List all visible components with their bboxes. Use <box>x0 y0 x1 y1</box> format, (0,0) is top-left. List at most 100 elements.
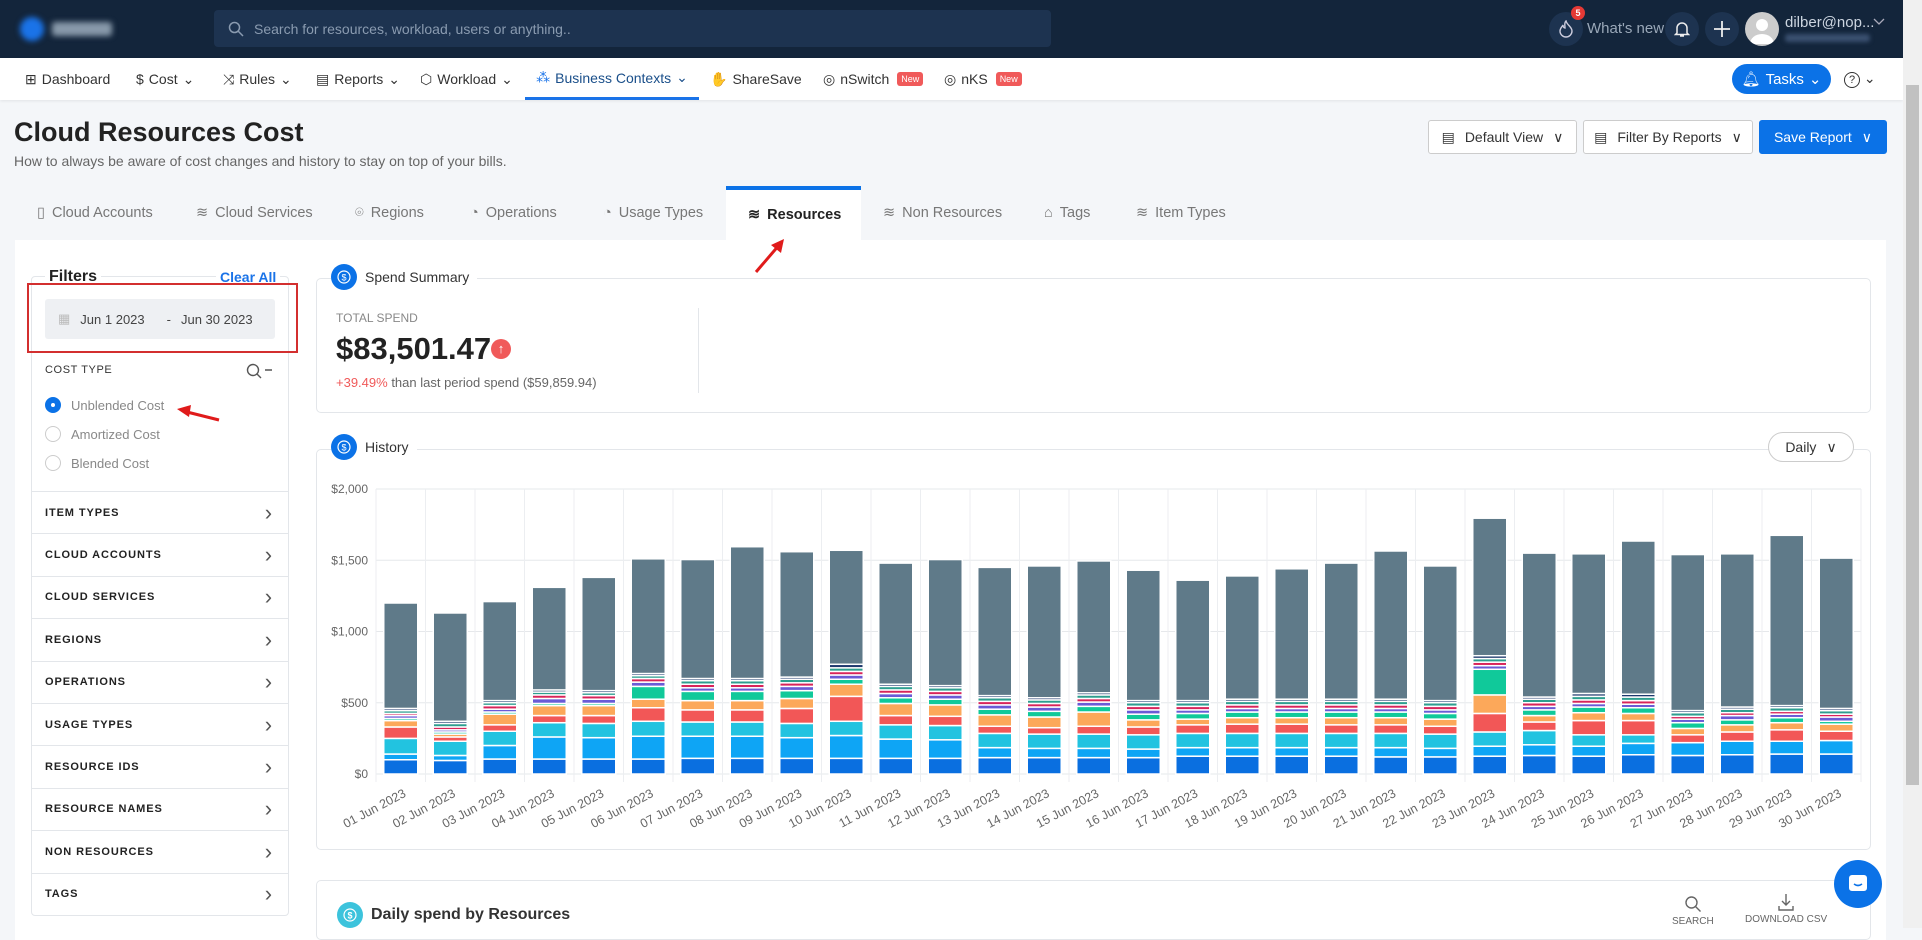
filter-group-non-resources[interactable]: NON RESOURCES › <box>31 830 289 872</box>
bar-segment[interactable] <box>1026 756 1062 775</box>
bar-segment[interactable] <box>1026 565 1062 699</box>
bar-segment[interactable] <box>828 683 864 698</box>
bar-segment[interactable] <box>630 558 666 675</box>
bar-segment[interactable] <box>1323 562 1359 700</box>
bar-segment[interactable] <box>1769 729 1805 742</box>
bar-segment[interactable] <box>680 699 716 711</box>
bar-segment[interactable] <box>1620 540 1656 695</box>
bar-segment[interactable] <box>977 732 1013 749</box>
bar-segment[interactable] <box>630 735 666 760</box>
bar-segment[interactable] <box>927 698 963 706</box>
bar-segment[interactable] <box>1373 746 1409 758</box>
bar-segment[interactable] <box>779 722 815 739</box>
bar-segment[interactable] <box>383 602 419 710</box>
bar-segment[interactable] <box>1769 740 1805 755</box>
bar-segment[interactable] <box>1818 723 1854 732</box>
bar-segment[interactable] <box>828 734 864 760</box>
bar-segment[interactable] <box>1620 754 1656 775</box>
bar-segment[interactable] <box>1670 721 1706 730</box>
bar-segment[interactable] <box>1026 733 1062 750</box>
bar-segment[interactable] <box>1719 553 1755 708</box>
bar-segment[interactable] <box>432 612 468 723</box>
bar-segment[interactable] <box>1175 755 1211 775</box>
radio-button-selected[interactable] <box>45 397 61 413</box>
bar-segment[interactable] <box>779 757 815 775</box>
bar-segment[interactable] <box>1472 712 1508 733</box>
bar-segment[interactable] <box>779 697 815 710</box>
bar-segment[interactable] <box>680 735 716 760</box>
bar-segment[interactable] <box>531 721 567 738</box>
bar-segment[interactable] <box>729 721 765 737</box>
bar-segment[interactable] <box>1323 732 1359 749</box>
filter-group-regions[interactable]: REGIONS › <box>31 618 289 660</box>
bar-segment[interactable] <box>1224 575 1260 700</box>
filter-group-resource-names[interactable]: RESOURCE NAMES › <box>31 787 289 830</box>
bar-segment[interactable] <box>581 714 617 725</box>
bar-segment[interactable] <box>1323 724 1359 735</box>
bar-segment[interactable] <box>630 758 666 775</box>
bar-segment[interactable] <box>779 689 815 700</box>
bar-segment[interactable] <box>1472 668 1508 696</box>
bar-segment[interactable] <box>927 558 963 687</box>
search-table-button[interactable]: SEARCH <box>1672 895 1714 927</box>
bar-segment[interactable] <box>630 698 666 709</box>
tab-item-types[interactable]: ≋ Item Types <box>1136 186 1226 240</box>
bar-segment[interactable] <box>383 737 419 755</box>
bar-segment[interactable] <box>977 714 1013 728</box>
user-email[interactable]: dilber@nop... <box>1785 14 1874 31</box>
bar-segment[interactable] <box>432 759 468 775</box>
bar-segment[interactable] <box>1274 711 1310 719</box>
bar-segment[interactable] <box>1818 557 1854 710</box>
bar-segment[interactable] <box>1422 725 1458 735</box>
bar-segment[interactable] <box>630 685 666 700</box>
bar-segment[interactable] <box>482 758 518 775</box>
bar-segment[interactable] <box>1670 741 1706 757</box>
bar-segment[interactable] <box>531 758 567 775</box>
bar-segment[interactable] <box>977 708 1013 716</box>
bar-segment[interactable] <box>1224 716 1260 725</box>
bar-segment[interactable] <box>779 736 815 760</box>
bar-segment[interactable] <box>531 714 567 724</box>
bar-segment[interactable] <box>1323 746 1359 757</box>
scrollbar-thumb[interactable] <box>1906 85 1919 785</box>
bar-segment[interactable] <box>1125 748 1161 759</box>
bar-segment[interactable] <box>1620 742 1656 756</box>
bar-segment[interactable] <box>1670 734 1706 744</box>
bar-segment[interactable] <box>1620 734 1656 745</box>
whats-new-label[interactable]: What's new <box>1587 20 1664 37</box>
bar-segment[interactable] <box>1076 711 1112 728</box>
bar-segment[interactable] <box>1670 727 1706 736</box>
bar-segment[interactable] <box>927 724 963 741</box>
radio-button[interactable] <box>45 455 61 471</box>
bar-segment[interactable] <box>1521 709 1557 717</box>
bar-segment[interactable] <box>1571 711 1607 722</box>
bar-segment[interactable] <box>581 704 617 717</box>
filter-group-cloud-accounts[interactable]: CLOUD ACCOUNTS › <box>31 533 289 575</box>
nav-nswitch[interactable]: ◎ nSwitch New <box>823 58 924 100</box>
bar-segment[interactable] <box>729 545 765 680</box>
bar-segment[interactable] <box>630 706 666 723</box>
bar-segment[interactable] <box>1274 568 1310 700</box>
bar-segment[interactable] <box>680 709 716 723</box>
bar-segment[interactable] <box>531 586 567 691</box>
bar-segment[interactable] <box>1521 754 1557 775</box>
download-csv-button[interactable]: DOWNLOAD CSV <box>1745 893 1827 925</box>
bar-segment[interactable] <box>1274 746 1310 757</box>
bar-segment[interactable] <box>1620 712 1656 722</box>
bar-segment[interactable] <box>1175 718 1211 726</box>
bar-segment[interactable] <box>779 707 815 725</box>
nav-business-contexts[interactable]: ⁂ Business Contexts ⌄ <box>525 58 699 100</box>
radio-unblended-cost[interactable]: Unblended Cost <box>45 397 164 413</box>
bar-segment[interactable] <box>927 739 963 760</box>
bar-segment[interactable] <box>1719 740 1755 756</box>
bar-segment[interactable] <box>432 740 468 757</box>
bar-segment[interactable] <box>1274 716 1310 725</box>
bar-segment[interactable] <box>1472 517 1508 657</box>
add-button[interactable] <box>1705 12 1739 46</box>
bar-segment[interactable] <box>1026 747 1062 759</box>
bar-segment[interactable] <box>1422 712 1458 720</box>
bar-segment[interactable] <box>1224 723 1260 735</box>
bar-segment[interactable] <box>1125 756 1161 775</box>
bar-segment[interactable] <box>1076 747 1112 759</box>
radio-button[interactable] <box>45 426 61 442</box>
